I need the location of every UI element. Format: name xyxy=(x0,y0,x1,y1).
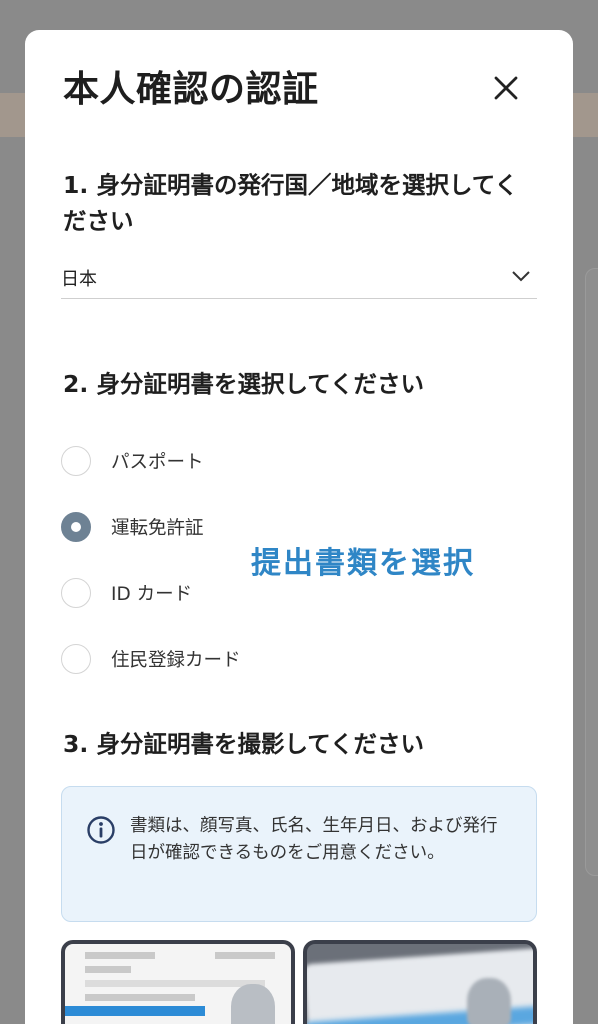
radio-label: ID カード xyxy=(111,584,193,605)
annotation-label: 提出書類を選択 xyxy=(251,546,475,581)
info-icon xyxy=(87,816,115,844)
country-select[interactable]: 日本 xyxy=(61,263,537,299)
radio-button-selected[interactable] xyxy=(61,512,91,542)
close-icon xyxy=(494,76,518,100)
info-box: 書類は、顔写真、氏名、生年月日、および発行日が確認できるものをご用意ください。 xyxy=(61,786,537,922)
radio-button[interactable] xyxy=(61,578,91,608)
radio-option-resident-card[interactable]: 住民登録カード xyxy=(61,642,361,678)
radio-button[interactable] xyxy=(61,644,91,674)
background-card xyxy=(585,268,598,876)
identity-verification-modal: 本人確認の認証 1. 身分証明書の発行国／地域を選択してください 日本 2. 身… xyxy=(25,30,573,1024)
sample-license-photo-image xyxy=(303,940,537,1024)
radio-option-passport[interactable]: パスポート xyxy=(61,444,361,480)
radio-label: 住民登録カード xyxy=(111,650,241,671)
country-select-value: 日本 xyxy=(61,269,97,290)
info-text: 書類は、顔写真、氏名、生年月日、および発行日が確認できるものをご用意ください。 xyxy=(130,816,498,863)
modal-title: 本人確認の認証 xyxy=(63,69,319,110)
step3-title: 3. 身分証明書を撮影してください xyxy=(63,730,425,758)
chevron-down-icon xyxy=(512,271,530,282)
radio-button[interactable] xyxy=(61,446,91,476)
close-button[interactable] xyxy=(488,70,524,106)
sample-license-front-image xyxy=(61,940,295,1024)
step2-title: 2. 身分証明書を選択してください xyxy=(63,370,425,398)
radio-label: 運転免許証 xyxy=(111,518,204,539)
radio-label: パスポート xyxy=(111,452,204,473)
step1-title: 1. 身分証明書の発行国／地域を選択してください xyxy=(63,171,519,235)
